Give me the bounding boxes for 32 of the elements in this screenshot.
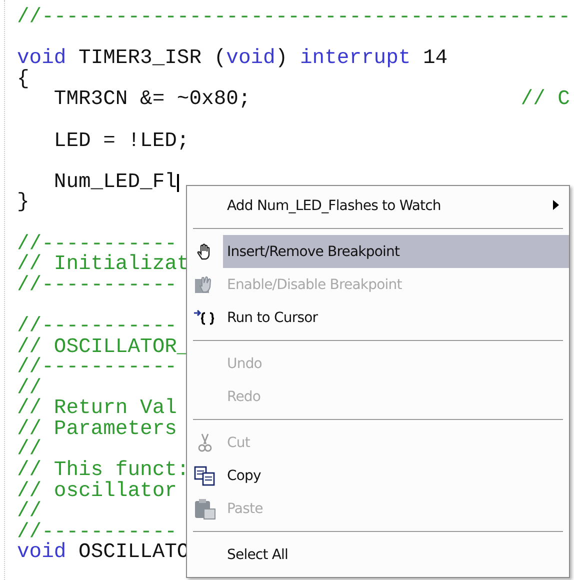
menu-item[interactable]: Insert/Remove Breakpoint [223, 235, 569, 268]
code-line: //----------- [17, 316, 177, 338]
code-line: void TIMER3_ISR (void) interrupt 14 [17, 49, 448, 70]
code-line: // Return Val [17, 399, 177, 420]
code-line: LED = !LED; [52, 132, 190, 152]
code-line: { [17, 70, 30, 90]
code-line: //----------- [17, 358, 177, 379]
menu-item[interactable]: Add Num_LED_Flashes to Watch [223, 189, 569, 222]
code-line: //------------------------------------------- [17, 8, 571, 29]
menu-item[interactable]: Run to Cursor [223, 301, 569, 334]
code-line: //----------- [17, 522, 177, 544]
scissors-icon [197, 432, 213, 452]
copy-icon [194, 466, 216, 486]
menu-item[interactable]: Select All [223, 538, 569, 571]
code-line: void OSCILLATO [17, 543, 190, 564]
code-line: // Initializat [17, 255, 190, 276]
code-line: } [17, 193, 30, 214]
code-line: // oscillator [17, 482, 177, 502]
code-line: // Parameters [17, 420, 177, 440]
code-line: // [17, 378, 42, 400]
code-line: // OSCILLATOR_ [17, 338, 190, 358]
run-to-cursor-icon [193, 308, 217, 328]
code-line: //----------- [17, 234, 177, 256]
code-line: Num_LED_Fl [52, 172, 177, 194]
clipboard-icon [194, 498, 216, 520]
code-line: // [17, 440, 42, 462]
code-line: TMR3CN &= ~0x80; [52, 90, 251, 111]
code-line: // [17, 502, 42, 523]
code-line: // This funct: [17, 461, 190, 482]
menu-item[interactable]: Copy [223, 459, 569, 492]
code-comment: // C [520, 90, 570, 111]
code-line: //----------- [17, 276, 177, 296]
